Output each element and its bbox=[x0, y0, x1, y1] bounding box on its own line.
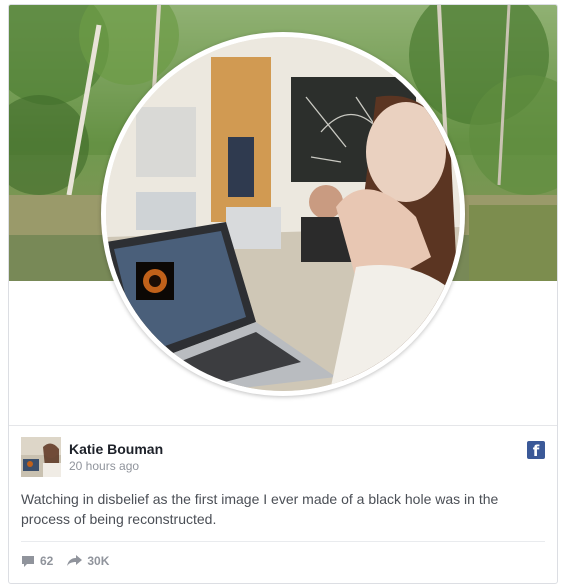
stats-divider bbox=[21, 541, 545, 542]
comments-count[interactable]: 62 bbox=[21, 554, 53, 568]
post-text: Watching in disbelief as the first image… bbox=[21, 491, 499, 527]
cover-divider bbox=[9, 425, 557, 426]
avatar[interactable] bbox=[21, 437, 61, 477]
facebook-icon[interactable]: f bbox=[527, 441, 545, 460]
post-header: Katie Bouman 20 hours ago f bbox=[21, 437, 545, 477]
shares-value: 30K bbox=[87, 554, 110, 568]
post-timestamp[interactable]: 20 hours ago bbox=[69, 459, 139, 473]
post-card: Katie Bouman 20 hours ago f Watching in … bbox=[8, 4, 558, 584]
post-stats: 62 30K bbox=[21, 551, 123, 571]
comment-icon bbox=[22, 555, 34, 567]
author-name[interactable]: Katie Bouman bbox=[69, 441, 163, 457]
comments-value: 62 bbox=[40, 554, 54, 568]
shares-count[interactable]: 30K bbox=[67, 554, 109, 568]
share-icon bbox=[67, 555, 83, 566]
profile-picture[interactable] bbox=[106, 37, 460, 391]
